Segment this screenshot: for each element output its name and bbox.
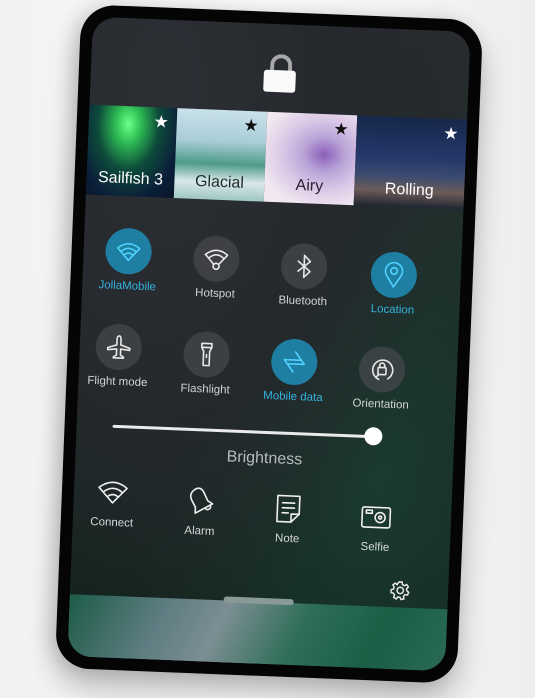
shortcuts: Connect Alarm Note Selfie — [75, 476, 453, 554]
brightness-track[interactable] — [112, 424, 373, 439]
wifi-icon — [116, 242, 141, 262]
favorite-star-icon[interactable]: ★ — [153, 112, 169, 132]
mobile-data-icon — [283, 351, 306, 373]
toggle-label: Bluetooth — [278, 294, 328, 309]
shortcut-connect[interactable]: Connect — [67, 476, 158, 531]
toggle-label: JollaMobile — [98, 279, 157, 294]
brightness-handle[interactable] — [364, 426, 383, 446]
toggle-label: Orientation — [352, 397, 410, 412]
phone-frame: ★ Sailfish 3 ★ Glacial ★ Airy ★ Rolling … — [54, 4, 484, 684]
shortcut-label: Selfie — [360, 540, 390, 554]
toggle-jollamobile[interactable]: JollaMobile — [82, 227, 174, 295]
ambience-glacial[interactable]: ★ Glacial — [173, 108, 268, 202]
lock-button[interactable] — [263, 53, 296, 93]
ambience-label: Sailfish 3 — [97, 169, 164, 189]
toggle-label: Location — [370, 303, 415, 317]
toggle-flashlight[interactable]: Flashlight — [160, 330, 252, 398]
shortcut-note[interactable]: Note — [242, 492, 334, 547]
ambience-carousel[interactable]: ★ Sailfish 3 ★ Glacial ★ Airy ★ Rolling — [85, 104, 468, 210]
airplane-icon — [106, 335, 131, 359]
home-wallpaper-peek — [67, 594, 448, 672]
ambience-airy[interactable]: ★ Airy — [263, 111, 358, 206]
favorite-star-icon[interactable]: ★ — [243, 116, 259, 136]
quick-toggles: JollaMobile Hotspot Bluetooth Location F… — [85, 227, 463, 412]
toggle-label: Hotspot — [194, 287, 236, 301]
location-icon — [384, 261, 404, 288]
orientation-lock-icon — [371, 359, 394, 381]
settings-button[interactable] — [390, 580, 411, 601]
toggle-bluetooth[interactable]: Bluetooth — [258, 242, 350, 310]
toggle-orientation[interactable]: Orientation — [335, 345, 427, 413]
wifi-icon — [98, 481, 128, 504]
hotspot-icon — [204, 249, 229, 271]
ambience-rolling[interactable]: ★ Rolling — [353, 115, 468, 210]
ambience-label: Glacial — [194, 172, 245, 192]
toggle-label: Flashlight — [180, 382, 230, 397]
toggle-hotspot[interactable]: Hotspot — [170, 234, 262, 302]
toggle-flight-mode[interactable]: Flight mode — [72, 322, 164, 390]
pulley-handle[interactable] — [223, 596, 294, 606]
ambience-sailfish-3[interactable]: ★ Sailfish 3 — [85, 104, 178, 199]
note-icon — [276, 494, 301, 523]
toggle-location[interactable]: Location — [347, 250, 439, 318]
favorite-star-icon[interactable]: ★ — [333, 119, 349, 139]
alarm-bell-icon — [189, 487, 214, 514]
brightness-slider[interactable] — [112, 416, 383, 447]
camera-icon — [361, 506, 392, 529]
toggle-mobile-data[interactable]: Mobile data — [248, 337, 340, 405]
brightness-label: Brightness — [226, 448, 303, 469]
top-menu: ★ Sailfish 3 ★ Glacial ★ Airy ★ Rolling … — [67, 16, 471, 672]
bluetooth-icon — [297, 254, 312, 279]
shortcut-selfie[interactable]: Selfie — [330, 501, 422, 556]
flashlight-icon — [201, 342, 213, 367]
shortcut-label: Connect — [90, 515, 134, 530]
shortcut-label: Note — [274, 532, 300, 546]
ambience-label: Airy — [295, 176, 324, 196]
ambience-label: Rolling — [384, 180, 435, 200]
gear-icon — [390, 581, 410, 601]
shortcut-label: Alarm — [184, 524, 215, 538]
toggle-label: Flight mode — [87, 374, 148, 390]
toggle-label: Mobile data — [262, 389, 323, 405]
favorite-star-icon[interactable]: ★ — [443, 124, 459, 144]
shortcut-alarm[interactable]: Alarm — [154, 485, 246, 540]
